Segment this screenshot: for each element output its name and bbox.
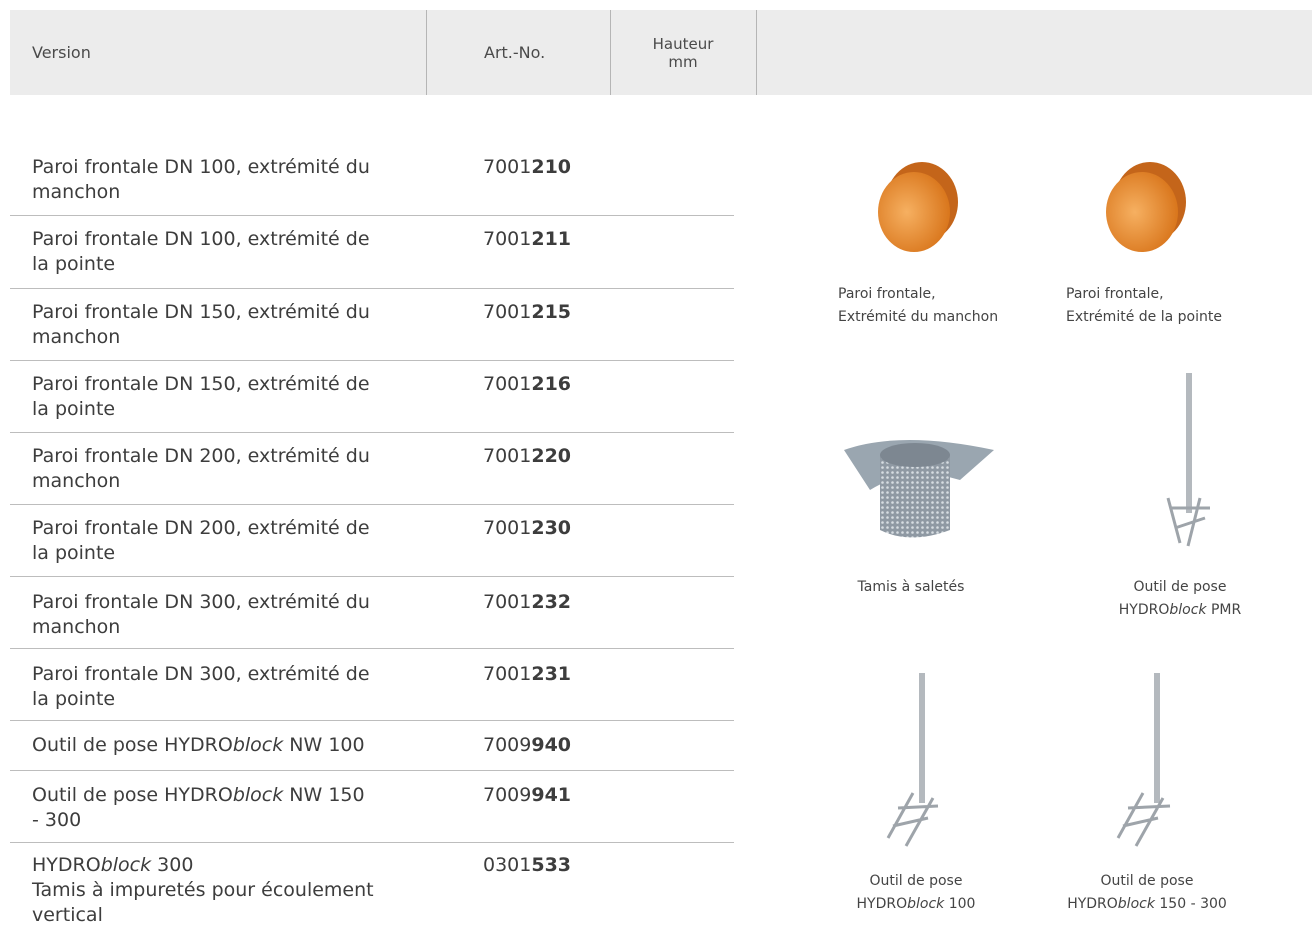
row-divider bbox=[10, 576, 734, 577]
row-art-no: 7001231 bbox=[483, 663, 572, 685]
row-divider bbox=[10, 648, 734, 649]
row-art-no: 7001211 bbox=[483, 228, 572, 250]
caption-line: HYDROblock 100 bbox=[856, 896, 976, 912]
row-version: Paroi frontale DN 150, extrémité de la po… bbox=[32, 373, 370, 420]
caption-laying-tool-100: Outil de pose HYDROblock 100 bbox=[836, 870, 996, 916]
row-version: Paroi frontale DN 100, extrémité du manch… bbox=[32, 156, 370, 203]
header-art-no: Art.-No. bbox=[484, 43, 546, 62]
row-version: Paroi frontale DN 300, extrémité du manch… bbox=[32, 591, 370, 638]
caption-dirt-strainer: Tamis à saletés bbox=[840, 576, 982, 599]
row-art-no: 0301533 bbox=[483, 854, 572, 876]
end-cap-spigot-image bbox=[1106, 162, 1186, 252]
row-version: Paroi frontale DN 200, extrémité de la po… bbox=[32, 517, 370, 564]
caption-line: HYDROblock 150 - 300 bbox=[1067, 896, 1227, 912]
row-art-no: 7001210 bbox=[483, 156, 572, 178]
row-version: HYDROblock 300 Tamis à impuretés pour éco… bbox=[32, 854, 374, 926]
row-art-no: 7009941 bbox=[483, 784, 572, 806]
caption-line: Paroi frontale, bbox=[1066, 286, 1164, 302]
row-divider bbox=[10, 215, 734, 216]
row-divider bbox=[10, 432, 734, 433]
row-version: Paroi frontale DN 300, extrémité de la po… bbox=[32, 663, 370, 710]
row-version: Outil de pose HYDROblock NW 100 bbox=[32, 734, 365, 756]
header-height-unit: mm bbox=[668, 52, 698, 71]
row-divider bbox=[10, 360, 734, 361]
row-version: Paroi frontale DN 200, extrémité du manch… bbox=[32, 445, 370, 492]
caption-line: Extrémité du manchon bbox=[838, 309, 999, 325]
dirt-strainer-image bbox=[844, 440, 994, 538]
row-divider bbox=[10, 720, 734, 721]
row-version: Paroi frontale DN 150, extrémité du manch… bbox=[32, 301, 370, 348]
row-divider bbox=[10, 842, 734, 843]
laying-tool-150-300-image bbox=[1116, 673, 1171, 847]
end-cap-socket-image bbox=[878, 162, 958, 252]
laying-tool-100-image bbox=[886, 673, 939, 847]
table-header: Version Art.-No. Hauteur mm bbox=[10, 10, 1312, 95]
row-art-no: 7001216 bbox=[483, 373, 572, 395]
row-version: Paroi frontale DN 100, extrémité de la po… bbox=[32, 228, 370, 275]
caption-line: Outil de pose bbox=[1100, 873, 1194, 889]
caption-laying-tool-pmr: Outil de pose HYDROblock PMR bbox=[1100, 576, 1260, 622]
caption-line: Outil de pose bbox=[869, 873, 963, 889]
caption-line: Tamis à saletés bbox=[857, 579, 965, 595]
row-art-no: 7001220 bbox=[483, 445, 572, 467]
header-divider bbox=[756, 10, 757, 95]
row-art-no: 7001232 bbox=[483, 591, 572, 613]
row-divider bbox=[10, 770, 734, 771]
caption-end-cap-socket: Paroi frontale, Extrémité du manchon bbox=[838, 283, 998, 329]
row-art-no: 7009940 bbox=[483, 734, 572, 756]
caption-laying-tool-150-300: Outil de pose HYDROblock 150 - 300 bbox=[1054, 870, 1240, 916]
header-height: Hauteur mm bbox=[610, 10, 756, 95]
row-divider bbox=[10, 504, 734, 505]
laying-tool-pmr-image bbox=[1166, 373, 1210, 547]
row-divider bbox=[10, 288, 734, 289]
caption-line: Paroi frontale, bbox=[838, 286, 936, 302]
caption-line: Outil de pose bbox=[1133, 579, 1227, 595]
row-version: Outil de pose HYDROblock NW 150- 300 bbox=[32, 784, 365, 831]
caption-line: Extrémité de la pointe bbox=[1066, 309, 1222, 325]
header-divider bbox=[426, 10, 427, 95]
caption-end-cap-spigot: Paroi frontale, Extrémité de la pointe bbox=[1066, 283, 1222, 329]
row-art-no: 7001230 bbox=[483, 517, 572, 539]
row-art-no: 7001215 bbox=[483, 301, 572, 323]
header-height-label: Hauteur bbox=[652, 34, 714, 53]
header-version: Version bbox=[32, 43, 91, 62]
caption-line: HYDROblock PMR bbox=[1118, 602, 1242, 618]
